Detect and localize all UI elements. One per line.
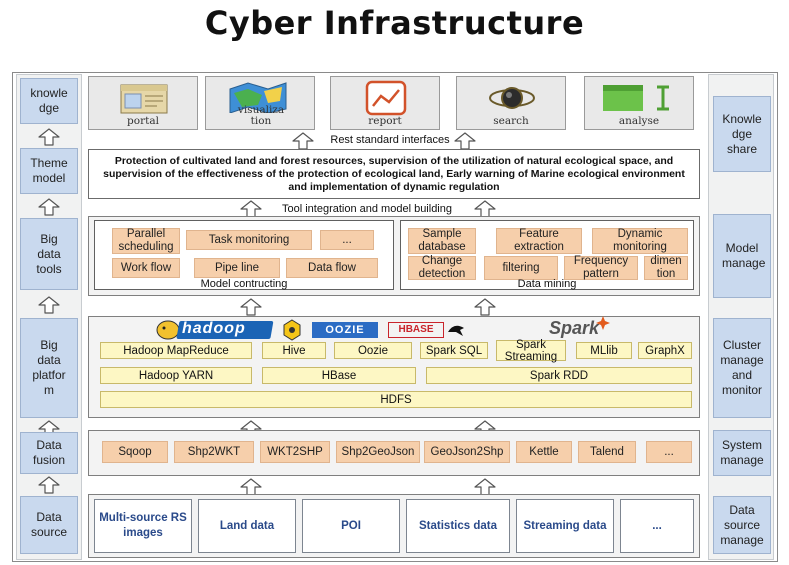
fusion-shp2geojson[interactable]: Shp2GeoJson [336,441,420,463]
layer-theme-model: Theme model [20,148,78,194]
layer-knowledge: knowle dge [20,78,78,124]
app-label: visualiza tion [237,104,285,127]
platform-hadoop-yarn[interactable]: Hadoop YARN [100,367,252,384]
platform-spark-rdd[interactable]: Spark RDD [426,367,692,384]
platform-hadoop-mapreduce[interactable]: Hadoop MapReduce [100,342,252,359]
platform-oozie[interactable]: Oozie [334,342,412,359]
fusion-sqoop[interactable]: Sqoop [102,441,168,463]
fusion-talend[interactable]: Talend [578,441,636,463]
up-arrow-icon [38,476,60,494]
mining-dimention[interactable]: dimen tion [644,255,688,280]
tool-integration-label: Tool integration and model building [281,203,452,215]
layer-data-fusion: Data fusion [20,432,78,474]
fusion-geojson2shp[interactable]: GeoJson2Shp [424,441,510,463]
source-land-data[interactable]: Land data [198,499,296,553]
theme-model-panel: Protection of cultivated land and forest… [88,149,700,199]
model-constructing-label: Model contructing [200,278,288,290]
orca-icon [448,325,464,336]
platform-hbase[interactable]: HBase [262,367,416,384]
up-arrow-icon [454,132,476,150]
mining-dynamic-monitoring[interactable]: Dynamic monitoring [592,228,688,254]
up-arrow-icon [38,128,60,146]
search-icon [489,87,535,109]
app-visualization[interactable]: visualiza tion [205,76,315,130]
app-search[interactable]: search [456,76,566,130]
app-label: analyse [618,115,660,127]
source-rs-images[interactable]: Multi-source RS images [94,499,192,553]
up-arrow-icon [38,198,60,216]
mining-sample-database[interactable]: Sample database [408,228,476,254]
layer-knowledge-share: Knowle dge share [713,96,771,172]
up-arrow-icon [240,298,262,316]
platform-graphx[interactable]: GraphX [638,342,692,359]
tool-work-flow[interactable]: Work flow [112,258,180,278]
layer-big-data-tools: Big data tools [20,218,78,290]
mining-change-detection[interactable]: Change detection [408,255,476,280]
hbase-logo: HBASE [388,322,444,338]
mining-feature-extraction[interactable]: Feature extraction [496,228,582,254]
fusion-kettle[interactable]: Kettle [516,441,572,463]
data-mining-label: Data mining [517,278,577,290]
platform-mllib[interactable]: MLlib [576,342,632,359]
page-title: Cyber Infrastructure [204,4,585,42]
layer-big-data-platform: Big data platfor m [20,318,78,418]
layer-system-manage: System manage [713,430,771,476]
app-label: search [493,115,529,127]
tool-pipe-line[interactable]: Pipe line [194,258,280,278]
layer-cluster-manage: Cluster manage and monitor [713,318,771,418]
app-analyse[interactable]: analyse [584,76,694,130]
app-report[interactable]: report [330,76,440,130]
fusion-more[interactable]: ... [646,441,692,463]
platform-hive[interactable]: Hive [262,342,326,359]
fusion-shp2wkt[interactable]: Shp2WKT [174,441,254,463]
up-arrow-icon [38,296,60,314]
platform-spark-sql[interactable]: Spark SQL [420,342,488,359]
rest-interfaces-label: Rest standard interfaces [330,134,450,146]
tool-parallel-scheduling[interactable]: Parallel scheduling [112,228,180,254]
theme-description: Protection of cultivated land and forest… [103,154,685,193]
portal-icon [120,84,168,114]
platform-hdfs[interactable]: HDFS [100,391,692,408]
hadoop-logo-text: hadoop [182,320,246,337]
app-label: report [368,115,402,127]
source-statistics-data[interactable]: Statistics data [406,499,510,553]
mining-frequency-pattern[interactable]: Frequency pattern [564,255,638,280]
app-portal[interactable]: portal [88,76,198,130]
fusion-wkt2shp[interactable]: WKT2SHP [260,441,330,463]
tool-task-monitoring[interactable]: Task monitoring [186,230,312,250]
spark-star-icon [596,316,610,330]
tool-more[interactable]: ... [320,230,374,250]
layer-model-manage: Model manage [713,214,771,298]
source-more[interactable]: ... [620,499,694,553]
layer-data-source-manage: Data source manage [713,496,771,554]
source-poi[interactable]: POI [302,499,400,553]
platform-spark-streaming[interactable]: Spark Streaming [496,339,566,363]
analyse-icon [603,85,669,111]
mining-filtering[interactable]: filtering [484,256,558,280]
app-label: portal [127,115,159,127]
tool-data-flow[interactable]: Data flow [286,258,378,278]
up-arrow-icon [474,298,496,316]
oozie-logo: OOZIE [312,322,378,338]
source-streaming-data[interactable]: Streaming data [516,499,614,553]
hive-logo-icon [283,319,301,341]
chart-icon [365,80,407,116]
layer-data-source: Data source [20,496,78,554]
